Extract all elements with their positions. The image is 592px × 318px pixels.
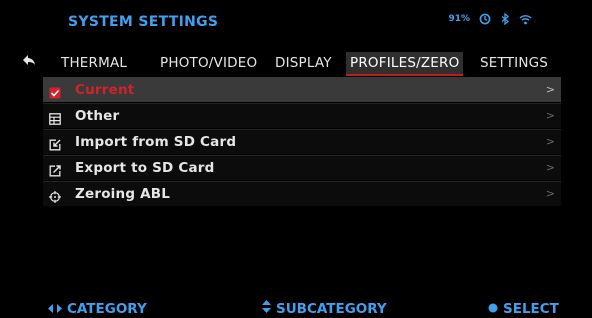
- category-tabs: THERMAL PHOTO/VIDEO DISPLAY PROFILES/ZER…: [0, 52, 592, 76]
- menu-list: Current > Other > Import from SD Card > …: [43, 77, 561, 207]
- checkbox-icon: [49, 84, 61, 99]
- tab-photo-video[interactable]: PHOTO/VIDEO: [160, 52, 257, 74]
- subcategory-hint: SUBCATEGORY: [262, 300, 387, 318]
- battery-indicator: 91%: [448, 14, 470, 24]
- export-icon: [49, 162, 61, 177]
- chevron-right-icon: >: [545, 83, 555, 96]
- tab-settings[interactable]: SETTINGS: [480, 52, 548, 74]
- wifi-icon: [519, 14, 532, 25]
- select-dot-icon: [488, 300, 498, 318]
- menu-item-label: Current: [75, 82, 135, 98]
- menu-item-import-sd[interactable]: Import from SD Card >: [43, 129, 561, 154]
- profile-list-icon: [49, 110, 61, 125]
- menu-item-current[interactable]: Current >: [43, 77, 561, 102]
- tab-profiles-zero[interactable]: PROFILES/ZERO: [346, 52, 464, 76]
- category-hint: CATEGORY: [48, 300, 147, 318]
- control-hints: CATEGORY SUBCATEGORY SELECT: [0, 300, 592, 318]
- menu-item-export-sd[interactable]: Export to SD Card >: [43, 155, 561, 180]
- menu-item-label: Import from SD Card: [75, 134, 237, 150]
- active-tab-underline: [346, 74, 464, 76]
- chevron-right-icon: >: [545, 187, 555, 200]
- status-bar: 91%: [448, 13, 532, 25]
- page-title: SYSTEM SETTINGS: [68, 14, 219, 30]
- tab-thermal[interactable]: THERMAL: [61, 52, 127, 74]
- menu-item-label: Zeroing ABL: [75, 186, 171, 202]
- menu-item-label: Export to SD Card: [75, 160, 215, 176]
- menu-item-zeroing-abl[interactable]: Zeroing ABL >: [43, 181, 561, 206]
- chevron-right-icon: >: [545, 135, 555, 148]
- tab-display[interactable]: DISPLAY: [275, 52, 332, 74]
- bluetooth-icon: [500, 13, 510, 25]
- up-down-arrows-icon: [262, 300, 271, 318]
- select-hint: SELECT: [488, 300, 559, 318]
- menu-item-label: Other: [75, 108, 120, 124]
- left-right-arrows-icon: [48, 300, 62, 318]
- menu-item-other[interactable]: Other >: [43, 103, 561, 128]
- chevron-right-icon: >: [545, 109, 555, 122]
- timer-icon: [479, 13, 491, 25]
- import-icon: [49, 136, 61, 151]
- chevron-right-icon: >: [545, 161, 555, 174]
- zeroing-icon: [49, 188, 61, 203]
